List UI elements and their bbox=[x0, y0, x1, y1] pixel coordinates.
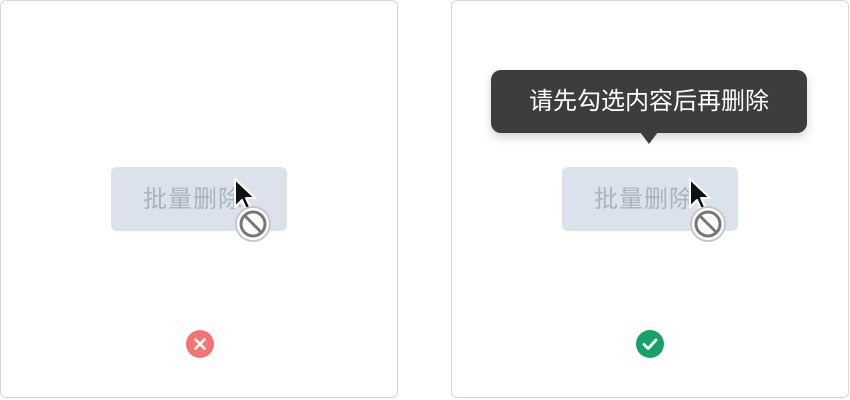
error-x-icon bbox=[186, 330, 214, 358]
not-allowed-cursor-icon bbox=[234, 178, 271, 242]
tooltip: 请先勾选内容后再删除 bbox=[491, 70, 807, 133]
not-allowed-cursor-icon bbox=[689, 178, 726, 242]
check-icon bbox=[636, 330, 664, 358]
tooltip-arrow bbox=[640, 132, 658, 144]
